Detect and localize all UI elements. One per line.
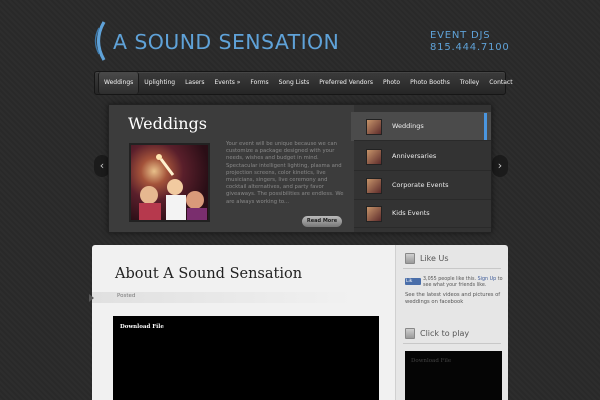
page-title: About A Sound Sensation	[115, 266, 303, 282]
note-icon	[405, 328, 415, 339]
read-more-button[interactable]: Read More	[302, 216, 342, 227]
post-meta-arrow-icon	[89, 294, 94, 302]
slide-photo[interactable]	[129, 143, 210, 222]
nav-item-uplighting[interactable]: Uplighting	[139, 72, 180, 94]
widget-divider	[403, 268, 501, 269]
widget-title-click-to-play: Click to play	[420, 329, 470, 338]
tagline: EVENT DJS	[430, 30, 491, 41]
widget-divider	[403, 343, 501, 344]
contact-info: EVENT DJS 815.444.7100	[430, 30, 510, 54]
slide-description: Your event will be unique because we can…	[226, 141, 344, 205]
nav-item-song-lists[interactable]: Song Lists	[274, 72, 315, 94]
post-meta: Posted	[117, 293, 136, 299]
slide-tab-thumbnail	[366, 206, 382, 222]
slide-tab-corporate-events[interactable]: Corporate Events	[354, 171, 491, 200]
slide-tab-thumbnail	[366, 119, 382, 135]
slide-tab-kids-events[interactable]: Kids Events	[354, 199, 491, 228]
nav-item-forms[interactable]: Forms	[245, 72, 273, 94]
like-count-text: 3,055 people like this.	[423, 277, 477, 282]
slide-panel: Weddings Your event will be unique becau…	[109, 105, 354, 232]
facebook-like-button[interactable]: Lik	[405, 278, 421, 285]
nav-item-lasers[interactable]: Lasers	[180, 72, 209, 94]
slide-tab-thumbnail	[366, 149, 382, 165]
slide-tab-anniversaries[interactable]: Anniversaries	[354, 142, 491, 171]
main-content: About A Sound Sensation Posted Download …	[89, 245, 395, 400]
slide-tab-weddings[interactable]: Weddings	[354, 112, 491, 141]
slide-tab-label: Kids Events	[392, 209, 430, 217]
download-file-link[interactable]: Download File	[411, 358, 451, 364]
slide-tab-label: Anniversaries	[392, 152, 437, 160]
sidebar: Like Us Lik 3,055 people like this. Sign…	[395, 245, 508, 400]
main-nav: Weddings Uplighting Lasers Events » Form…	[94, 71, 513, 95]
site-logo-text[interactable]: A SOUND SENSATION	[113, 30, 339, 54]
slide-tab-thumbnail	[366, 178, 382, 194]
nav-item-preferred-vendors[interactable]: Preferred Vendors	[314, 72, 378, 94]
nav-item-contact[interactable]: Contact	[484, 72, 517, 94]
widget-title-like-us: Like Us	[420, 254, 449, 263]
nav-item-trolley[interactable]: Trolley	[455, 72, 484, 94]
featured-slider: Weddings Your event will be unique becau…	[108, 104, 492, 233]
slide-tab-label: Corporate Events	[392, 181, 449, 189]
note-icon	[405, 253, 415, 264]
nav-item-photo-booths[interactable]: Photo Booths	[405, 72, 455, 94]
party-photo-image	[139, 154, 207, 220]
phone-number: 815.444.7100	[430, 42, 510, 53]
slide-title: Weddings	[128, 114, 207, 133]
sidebar-video-player[interactable]: Download File	[405, 351, 502, 400]
logo-icon	[94, 21, 106, 61]
facebook-description: See the latest videos and pictures of we…	[405, 292, 501, 305]
slide-tab-label: Weddings	[392, 122, 424, 130]
sign-up-link[interactable]: Sign Up	[478, 277, 497, 282]
nav-item-weddings[interactable]: Weddings	[98, 72, 140, 94]
slider-next-button[interactable]: ›	[492, 155, 508, 177]
download-file-link[interactable]: Download File	[120, 324, 164, 330]
slide-tab-list: Weddings Anniversaries Corporate Events …	[354, 105, 491, 232]
nav-item-events[interactable]: Events »	[210, 72, 246, 94]
facebook-like-count: 3,055 people like this. Sign Up to see w…	[423, 277, 503, 288]
nav-item-photo[interactable]: Photo	[378, 72, 405, 94]
video-player[interactable]: Download File	[113, 316, 379, 400]
